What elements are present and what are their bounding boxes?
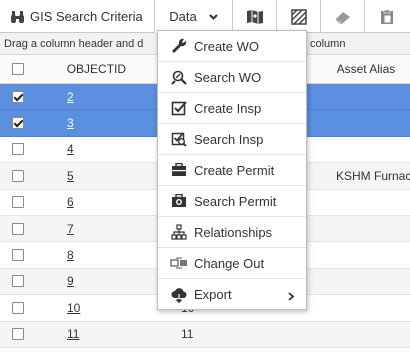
row-checkbox[interactable] <box>12 196 24 209</box>
search-briefcase-icon <box>170 192 188 210</box>
hatch-icon <box>290 8 307 25</box>
objectid-link[interactable]: 11 <box>67 327 79 341</box>
wrench-icon <box>170 37 188 55</box>
chevron-right-icon <box>288 289 295 304</box>
menu-item-label: Create Permit <box>194 162 275 178</box>
data-dropdown-menu: Create WO Search WO Create Insp Search I… <box>157 30 307 310</box>
briefcase-icon <box>170 161 188 179</box>
binoculars-icon <box>10 10 25 24</box>
objectid-link[interactable]: 3 <box>67 116 74 130</box>
menu-item-create-wo[interactable]: Create WO <box>158 31 306 62</box>
objectid-link[interactable]: 8 <box>67 248 74 262</box>
objectid-link[interactable]: 6 <box>67 195 74 209</box>
menu-item-relationships[interactable]: Relationships <box>158 217 306 248</box>
menu-item-search-wo[interactable]: Search WO <box>158 62 306 93</box>
column-header-objectid[interactable]: OBJECTID <box>36 62 153 76</box>
chevron-down-icon <box>209 13 218 20</box>
gis-search-criteria-button[interactable]: GIS Search Criteria <box>0 0 155 33</box>
menu-item-search-insp[interactable]: Search Insp <box>158 124 306 155</box>
menu-item-label: Change Out <box>194 255 265 271</box>
row-checkbox[interactable] <box>12 275 24 288</box>
map-book-icon <box>246 9 264 25</box>
menu-item-label: Search Permit <box>194 193 277 209</box>
row-checkbox[interactable] <box>12 222 24 235</box>
menu-item-label: Create Insp <box>194 100 262 116</box>
menu-item-change-out[interactable]: Change Out <box>158 248 306 279</box>
hidden-column-cell: 11 <box>181 327 194 342</box>
toolbar: GIS Search Criteria Data <box>0 0 410 33</box>
hierarchy-icon <box>170 223 188 241</box>
map-book-button[interactable] <box>233 0 277 33</box>
clipboard-button[interactable] <box>365 0 409 33</box>
objectid-link[interactable]: 5 <box>67 169 74 183</box>
row-checkbox[interactable] <box>12 117 24 130</box>
hatch-button[interactable] <box>277 0 321 33</box>
menu-item-export[interactable]: Export <box>158 279 306 310</box>
row-checkbox[interactable] <box>12 169 24 182</box>
row-checkbox[interactable] <box>12 90 24 103</box>
checkbox-icon <box>170 99 188 117</box>
objectid-link[interactable]: 10 <box>67 301 80 315</box>
menu-item-label: Relationships <box>194 224 273 240</box>
eraser-button[interactable] <box>321 0 365 33</box>
column-header-asset-alias[interactable]: Asset Alias <box>337 62 410 76</box>
gis-search-criteria-label: GIS Search Criteria <box>30 9 143 24</box>
group-bar-text-left: Drag a column header and d <box>4 38 144 50</box>
asset-alias-cell: KSHM Furnac <box>336 168 410 183</box>
data-label: Data <box>169 9 197 24</box>
objectid-link[interactable]: 4 <box>67 142 74 156</box>
row-checkbox[interactable] <box>12 143 24 156</box>
search-wrench-icon <box>170 68 188 86</box>
objectid-link[interactable]: 7 <box>67 222 74 236</box>
search-checkbox-icon <box>170 130 188 148</box>
table-row[interactable]: 11 11 <box>0 321 410 348</box>
menu-item-create-insp[interactable]: Create Insp <box>158 93 306 124</box>
menu-item-search-permit[interactable]: Search Permit <box>158 186 306 217</box>
menu-item-label: Search WO <box>194 69 262 85</box>
export-icon <box>170 286 188 304</box>
eraser-icon <box>334 10 352 24</box>
select-all-checkbox[interactable] <box>11 63 24 75</box>
data-dropdown-button[interactable]: Data <box>155 0 233 33</box>
clipboard-icon <box>380 9 394 25</box>
objectid-link[interactable]: 2 <box>67 90 74 104</box>
change-out-icon <box>170 254 188 272</box>
row-checkbox[interactable] <box>12 328 24 341</box>
objectid-link[interactable]: 9 <box>67 274 74 288</box>
row-checkbox[interactable] <box>12 249 24 262</box>
menu-item-label: Search Insp <box>194 131 264 147</box>
menu-item-label: Create WO <box>194 38 260 54</box>
menu-item-create-permit[interactable]: Create Permit <box>158 155 306 186</box>
group-bar-text-right: column <box>310 38 346 50</box>
row-checkbox[interactable] <box>12 301 24 314</box>
menu-item-label: Export <box>194 287 232 302</box>
